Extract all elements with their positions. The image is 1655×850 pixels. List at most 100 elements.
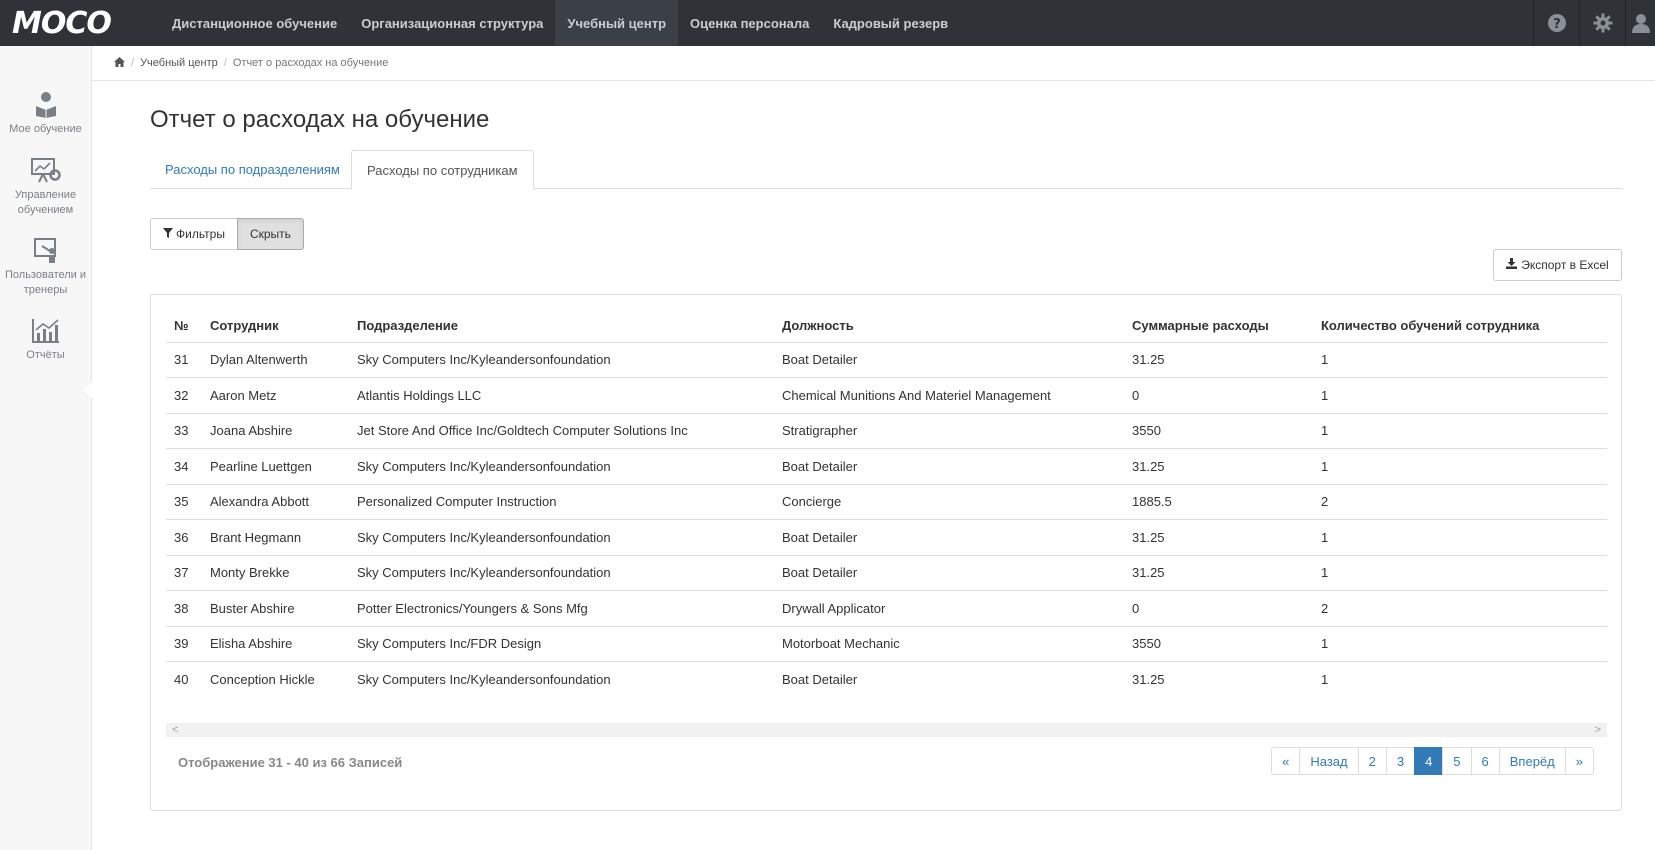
column-header-number[interactable]: № — [166, 309, 202, 343]
horizontal-scrollbar[interactable]: < > — [166, 723, 1607, 737]
sidebar-item-label: Мое обучение — [9, 123, 82, 135]
filters-button-label: Фильтры — [176, 227, 225, 241]
cell-department: Personalized Computer Instruction — [349, 484, 774, 520]
sidebar-item-reports[interactable]: Отчёты — [0, 318, 91, 363]
filters-button[interactable]: Фильтры — [150, 218, 238, 250]
breadcrumb-link-training-center[interactable]: Учебный центр — [140, 57, 218, 69]
cell-department: Sky Computers Inc/Kyleandersonfoundation — [357, 672, 611, 687]
records-info: Отображение 31 - 40 из 66 Записей — [178, 755, 403, 770]
svg-text:?: ? — [1553, 17, 1561, 32]
nav-item-org-structure[interactable]: Организационная структура — [349, 0, 555, 46]
column-header-training-count[interactable]: Количество обучений сотрудника — [1313, 309, 1607, 343]
sidebar-item-training-management[interactable]: Управление обучением — [0, 158, 91, 218]
page-3-button[interactable]: 3 — [1385, 747, 1416, 775]
scroll-left-icon[interactable]: < — [172, 724, 178, 736]
column-header-employee[interactable]: Сотрудник — [202, 309, 349, 343]
tab-expenses-by-department[interactable]: Расходы по подразделениям — [150, 150, 355, 189]
cell-total-expenses: 31.25 — [1124, 448, 1313, 485]
expenses-table: № Сотрудник Подразделение Должность Сумм… — [166, 309, 1607, 697]
cell-position: Boat Detailer — [774, 342, 1124, 378]
cell-employee: Buster Abshire — [202, 590, 349, 627]
home-icon[interactable] — [114, 56, 125, 70]
column-header-position[interactable]: Должность — [774, 309, 1124, 343]
nav-item-training-center[interactable]: Учебный центр — [555, 0, 679, 46]
user-icon[interactable] — [1625, 0, 1655, 46]
table-row[interactable]: 34 Pearline Luettgen Sky Computers Inc/Kyl… — [166, 448, 1607, 485]
hide-button[interactable]: Скрыть — [236, 218, 304, 250]
cell-employee: Aaron Metz — [202, 377, 349, 414]
cell-employee: Dylan Altenwerth — [202, 342, 349, 378]
cell-employee: Conception Hickle — [210, 672, 315, 687]
trainer-board-icon — [0, 238, 91, 264]
cell-department: Atlantis Holdings LLC — [349, 377, 774, 414]
cell-position: Boat Detailer — [782, 672, 858, 687]
nav-item-distance-learning[interactable]: Дистанционное обучение — [160, 0, 349, 46]
page-title: Отчет о расходах на обучение — [150, 106, 490, 133]
cell-training-count: 1 — [1313, 448, 1607, 485]
cell-position: Stratigrapher — [774, 413, 1124, 449]
last-page-button[interactable]: » — [1564, 747, 1594, 775]
column-header-total-expenses[interactable]: Суммарные расходы — [1124, 309, 1313, 343]
cell-employee: Alexandra Abbott — [202, 484, 349, 520]
table-row[interactable]: 33 Joana Abshire Jet Store And Office Inc/… — [166, 413, 1607, 449]
reader-icon — [0, 92, 91, 118]
next-page-button[interactable]: Вперёд — [1498, 747, 1566, 775]
prev-page-button[interactable]: Назад — [1299, 747, 1359, 775]
nav-item-staff-assessment[interactable]: Оценка персонала — [678, 0, 821, 46]
table-row[interactable]: 32 Aaron Metz Atlantis Holdings LLC Chemica… — [166, 377, 1607, 414]
cell-number: 33 — [166, 413, 202, 449]
table-row[interactable]: 38 Buster Abshire Potter Electronics/Young… — [166, 590, 1607, 627]
cell-training-count: 1 — [1321, 672, 1329, 687]
cell-number: 39 — [166, 626, 202, 662]
cell-total-expenses: 1885.5 — [1124, 484, 1313, 520]
cell-total-expenses: 3550 — [1124, 413, 1313, 449]
cell-number: 31 — [166, 342, 202, 378]
cell-number: 32 — [166, 377, 202, 414]
app-logo[interactable]: MOCO — [0, 0, 160, 46]
top-navbar: MOCO Дистанционное обучение Организацион… — [0, 0, 1655, 46]
cell-total-expenses: 0 — [1124, 590, 1313, 627]
cell-total-expenses: 3550 — [1124, 626, 1313, 662]
page-6-button[interactable]: 6 — [1470, 747, 1500, 775]
cell-position: Drywall Applicator — [774, 590, 1124, 627]
cell-total-expenses: 31.25 — [1124, 342, 1313, 378]
table-row[interactable]: 40 Conception Hickle Sky Computers Inc/Kyl… — [166, 662, 1607, 698]
cell-total-expenses: 31.25 — [1132, 672, 1165, 687]
breadcrumb: / Учебный центр / Отчет о расходах на об… — [92, 46, 1655, 81]
export-excel-button[interactable]: Экспорт в Excel — [1493, 249, 1622, 281]
cell-number: 37 — [166, 555, 202, 591]
table-row[interactable]: 37 Monty Brekke Sky Computers Inc/Kyleande… — [166, 555, 1607, 591]
table-header-row: № Сотрудник Подразделение Должность Сумм… — [166, 309, 1607, 343]
breadcrumb-separator: / — [131, 57, 135, 69]
cell-employee: Elisha Abshire — [202, 626, 349, 662]
cell-training-count: 1 — [1313, 413, 1607, 449]
cell-department: Sky Computers Inc/Kyleandersonfoundation — [349, 555, 774, 591]
cell-training-count: 1 — [1313, 342, 1607, 378]
cell-department: Sky Computers Inc/Kyleandersonfoundation — [349, 519, 774, 556]
cell-position: Boat Detailer — [774, 555, 1124, 591]
nav-item-talent-pool[interactable]: Кадровый резерв — [821, 0, 960, 46]
sidebar-item-my-learning[interactable]: Мое обучение — [0, 92, 91, 137]
column-header-department[interactable]: Подразделение — [349, 309, 774, 343]
pagination: «Назад 2 3 4 5 6 Вперёд» — [1271, 747, 1594, 775]
first-page-button[interactable]: « — [1271, 747, 1301, 775]
page-5-button[interactable]: 5 — [1442, 747, 1472, 775]
table-row[interactable]: 36 Brant Hegmann Sky Computers Inc/Kyleand… — [166, 519, 1607, 556]
table-row[interactable]: 31 Dylan Altenwerth Sky Computers Inc/Kyle… — [166, 342, 1607, 378]
page-4-button[interactable]: 4 — [1414, 747, 1444, 775]
cell-employee: Monty Brekke — [202, 555, 349, 591]
tab-expenses-by-employee[interactable]: Расходы по сотрудникам — [351, 150, 534, 190]
breadcrumb-separator: / — [223, 57, 227, 69]
page-2-button[interactable]: 2 — [1357, 747, 1387, 775]
gear-icon[interactable] — [1579, 0, 1625, 46]
cell-position: Boat Detailer — [774, 519, 1124, 556]
table-row[interactable]: 35 Alexandra Abbott Personalized Computer … — [166, 484, 1607, 520]
sidebar-item-users-trainers[interactable]: Пользователи и тренеры — [0, 238, 91, 298]
help-icon[interactable]: ? — [1533, 0, 1579, 46]
main-nav: Дистанционное обучение Организационная с… — [160, 0, 960, 46]
cell-department: Sky Computers Inc/Kyleandersonfoundation — [349, 342, 774, 378]
cell-department: Potter Electronics/Youngers & Sons Mfg — [349, 590, 774, 627]
scroll-right-icon[interactable]: > — [1595, 724, 1601, 736]
cell-total-expenses: 31.25 — [1124, 555, 1313, 591]
table-row[interactable]: 39 Elisha Abshire Sky Computers Inc/FDR De… — [166, 626, 1607, 662]
